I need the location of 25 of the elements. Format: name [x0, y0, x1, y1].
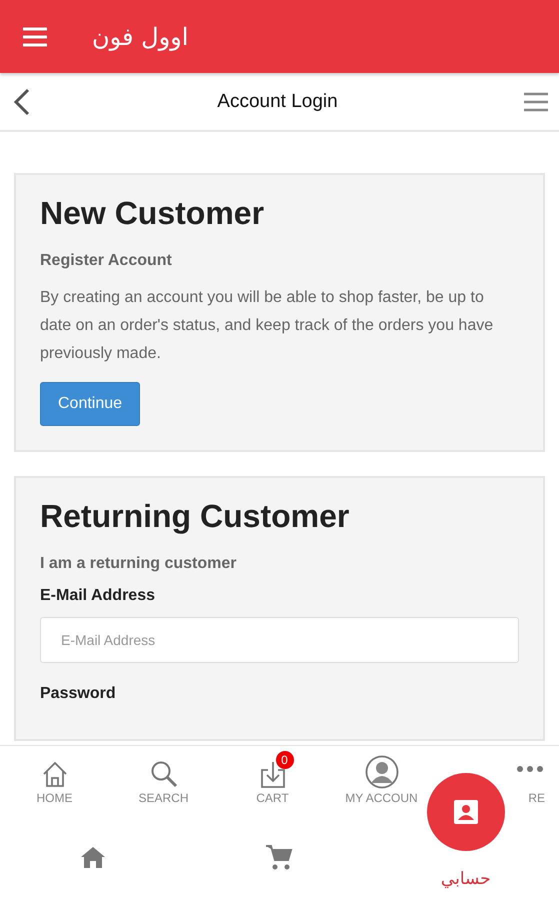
search-icon[interactable]: [148, 759, 178, 789]
page-title: Account Login: [217, 90, 338, 112]
description-text: By creating an account you will be able to shop faster, be up to date on an order's status, and keep track of the orders you have previously made.: [40, 288, 494, 364]
menu-icon[interactable]: [522, 92, 549, 112]
nav-label[interactable]: MY ACCOUN: [345, 791, 418, 805]
continue-button[interactable]: Continue: [40, 382, 140, 426]
nav-label[interactable]: RE: [528, 791, 545, 805]
section-heading: New Customer: [40, 195, 266, 232]
cart-icon[interactable]: [265, 843, 294, 871]
nav-label[interactable]: CART: [256, 791, 289, 805]
input-field[interactable]: E-Mail Address: [40, 617, 519, 663]
contact-card-icon: [452, 799, 479, 825]
nav-label[interactable]: HOME: [36, 791, 72, 805]
back-icon[interactable]: [12, 88, 32, 116]
tab-label[interactable]: حسابي: [440, 869, 491, 889]
field-label: Password: [40, 685, 117, 703]
section-heading: Returning Customer: [40, 498, 350, 535]
home-icon[interactable]: [80, 845, 106, 869]
field-label: E-Mail Address: [40, 587, 156, 605]
app-title: اوول فون: [92, 22, 188, 50]
person-icon[interactable]: [364, 755, 398, 789]
count-badge: 0: [276, 751, 294, 769]
nav-label[interactable]: SEARCH: [138, 791, 188, 805]
section-subheading: Register Account: [40, 252, 173, 270]
section-subheading: I am a returning customer: [40, 555, 238, 573]
